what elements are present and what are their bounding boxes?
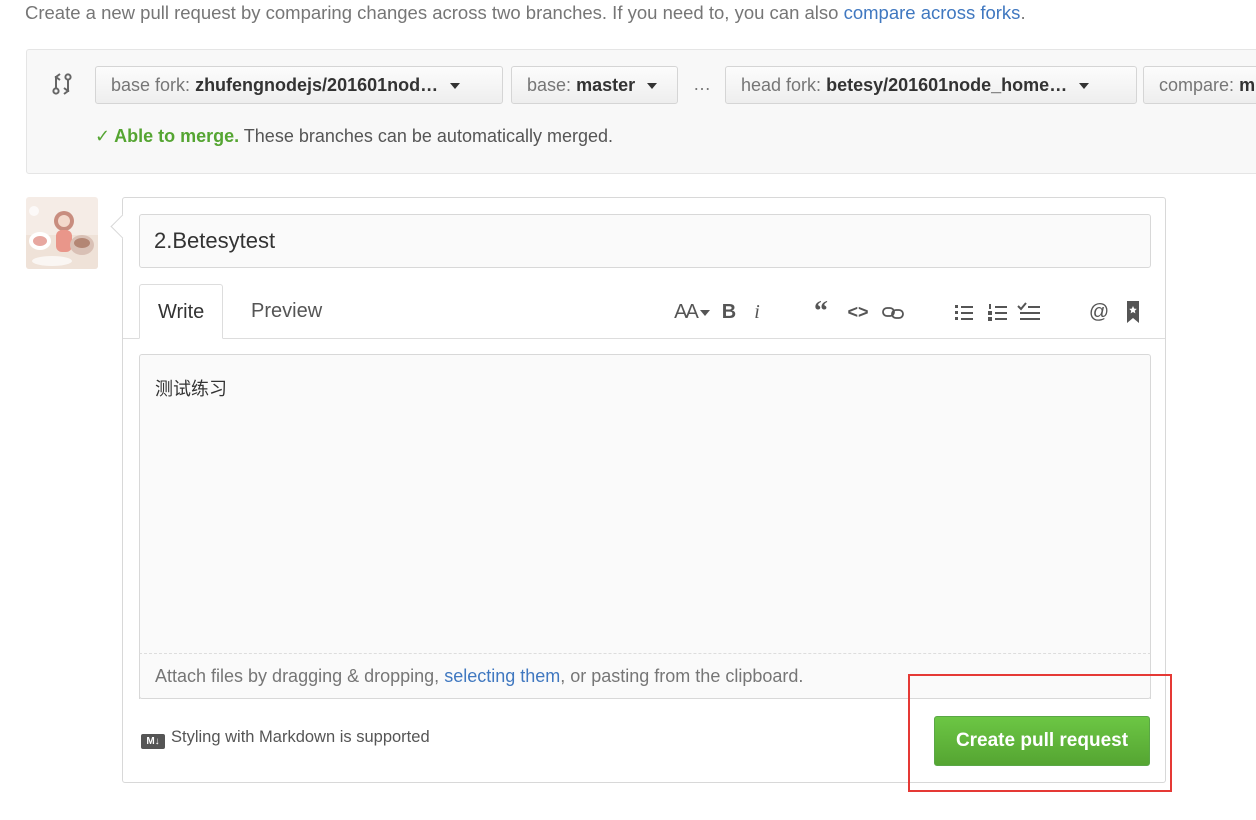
base-fork-label: base fork: (111, 75, 191, 95)
title-input[interactable]: 2.Betesytest (139, 214, 1151, 268)
code-icon: <> (847, 302, 869, 322)
head-fork-select[interactable]: head fork: betesy/201601node_home… (725, 66, 1137, 104)
check-icon: ✓ (95, 126, 111, 146)
saved-reply-button[interactable] (1121, 298, 1145, 326)
quote-icon: “ (814, 296, 828, 327)
tab-preview[interactable]: Preview (233, 284, 340, 339)
avatar-image (26, 197, 98, 269)
tab-write[interactable]: Write (139, 284, 224, 339)
heading-button[interactable]: AA (669, 298, 715, 326)
intro-sentence: Create a new pull request by comparing c… (25, 2, 844, 23)
base-branch-value: master (576, 75, 636, 95)
git-compare-icon (52, 73, 72, 95)
base-branch-select[interactable]: base: master (511, 66, 678, 104)
comment-body-text: 测试练习 (155, 379, 227, 399)
attach-text-suffix: , or pasting from the clipboard. (560, 666, 804, 686)
range-separator: … (693, 74, 711, 94)
head-fork-label: head fork: (741, 75, 822, 95)
merge-status: ✓ Able to merge. These branches can be au… (95, 126, 613, 147)
text-size-icon: AA (674, 301, 699, 323)
mention-button[interactable]: @ (1087, 298, 1111, 326)
annotation-highlight-box (908, 674, 1172, 792)
comment-body-textarea[interactable]: 测试练习 (139, 354, 1151, 699)
intro-end: . (1020, 2, 1026, 23)
attach-text-prefix: Attach files by dragging & dropping, (155, 666, 445, 686)
unordered-list-button[interactable] (951, 298, 977, 326)
unordered-list-icon (955, 305, 973, 320)
link-button[interactable] (879, 298, 907, 326)
ordered-list-button[interactable] (985, 298, 1011, 326)
base-fork-value: zhufengnodejs/201601nod… (195, 75, 439, 95)
markdown-note-text: Styling with Markdown is supported (171, 728, 430, 746)
ordered-list-icon (988, 304, 1007, 321)
italic-icon: i (754, 301, 760, 323)
markdown-support-note[interactable]: M↓ Styling with Markdown is supported (141, 728, 430, 749)
intro-text: Create a new pull request by comparing c… (25, 2, 1026, 24)
task-list-button[interactable] (1015, 298, 1043, 326)
chevron-down-icon (699, 309, 710, 316)
code-button[interactable]: <> (845, 298, 871, 326)
merge-status-message: These branches can be automatically merg… (239, 126, 614, 146)
quote-button[interactable]: “ (809, 298, 833, 326)
base-fork-select[interactable]: base fork: zhufengnodejs/201601nod… (95, 66, 503, 104)
compare-across-forks-link[interactable]: compare across forks (844, 2, 1021, 23)
chevron-down-icon (647, 83, 658, 90)
bookmark-icon (1127, 301, 1139, 323)
chevron-down-icon (1079, 83, 1090, 90)
mention-icon: @ (1088, 301, 1110, 323)
compare-branch-select[interactable]: compare: m (1143, 66, 1256, 104)
markdown-icon: M↓ (141, 734, 165, 749)
bold-icon: B (721, 301, 737, 323)
branch-range-editor: base fork: zhufengnodejs/201601nod… base… (26, 49, 1256, 174)
head-fork-value: betesy/201601node_home… (826, 75, 1068, 95)
link-icon (882, 307, 904, 319)
compare-branch-value: m (1239, 75, 1256, 95)
chevron-down-icon (450, 83, 461, 90)
italic-button[interactable]: i (749, 298, 765, 326)
base-branch-label: base: (527, 75, 572, 95)
merge-status-label: Able to merge. (114, 126, 240, 146)
select-files-link[interactable]: selecting them (444, 666, 560, 686)
avatar[interactable] (26, 197, 98, 269)
task-list-icon (1017, 302, 1040, 320)
compare-branch-label: compare: (1159, 75, 1235, 95)
bold-button[interactable]: B (719, 298, 739, 326)
